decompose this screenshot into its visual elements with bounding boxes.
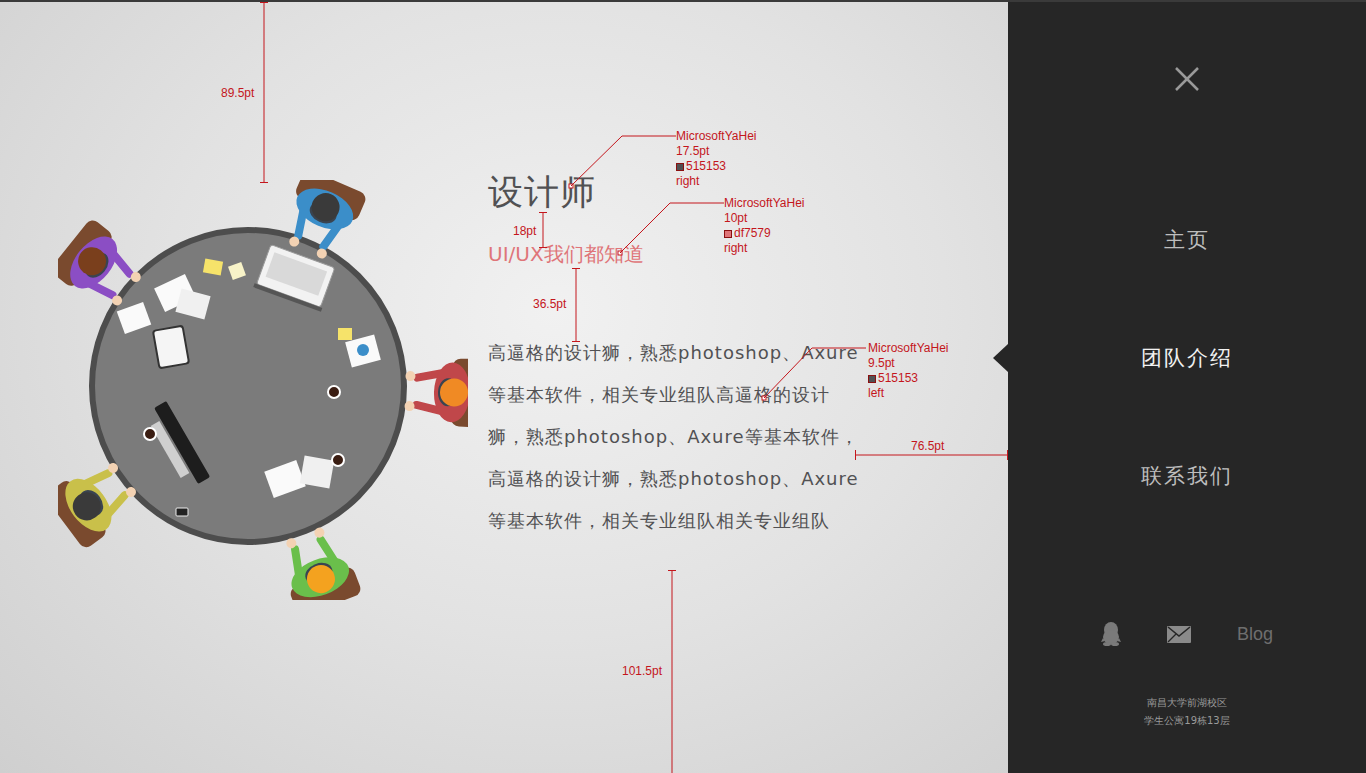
callout-align: right [724, 241, 804, 256]
callout-color: df7579 [724, 226, 804, 241]
person [58, 217, 152, 318]
address: 南昌大学前湖校区学生公寓19栋13层 [1144, 694, 1229, 730]
phone-icon [176, 508, 188, 516]
close-icon [1174, 66, 1200, 92]
dimension-line [572, 268, 580, 342]
dimension-label: 76.5pt [911, 439, 944, 454]
intro-text: 设计师UI/UX我们都知道高逼格的设计狮，熟悉photoshop、Axure等基… [488, 172, 866, 542]
blog-link[interactable]: Blog [1237, 624, 1273, 645]
address-line: 学生公寓19栋13层 [1144, 712, 1229, 730]
laptop-icon [253, 244, 336, 312]
color-swatch [868, 375, 876, 383]
dimension-label: 101.5pt [622, 664, 662, 679]
papers [117, 259, 381, 498]
callout-font: MicrosoftYaHei [724, 196, 804, 211]
dimension-line [668, 570, 676, 773]
mail-icon [1167, 626, 1191, 643]
callout-line [569, 136, 676, 188]
callout-font: MicrosoftYaHei [868, 341, 948, 356]
social-links: Blog [1101, 620, 1273, 648]
main-area: 设计师UI/UX我们都知道高逼格的设计狮，熟悉photoshop、Axure等基… [0, 2, 1008, 773]
callout-size: 10pt [724, 211, 804, 226]
person [272, 521, 363, 600]
monitor-icon [144, 401, 211, 490]
dimension-line [260, 2, 268, 183]
qq-penguin-icon [1101, 622, 1121, 646]
page: 设计师UI/UX我们都知道高逼格的设计狮，熟悉photoshop、Axure等基… [0, 0, 1366, 773]
person [404, 357, 468, 427]
color-swatch [676, 163, 684, 171]
description: 高逼格的设计狮，熟悉photoshop、Axure等基本软件，相关专业组队高逼格… [488, 332, 866, 542]
person [58, 450, 146, 551]
address-line: 南昌大学前湖校区 [1147, 694, 1227, 712]
coffee-cups [144, 386, 344, 466]
font-callout: MicrosoftYaHei17.5pt515153right [676, 129, 756, 189]
callout-align: left [868, 386, 948, 401]
callout-line [618, 203, 724, 255]
sidebar: 主页团队介绍联系我们 Blog 南昌大学前湖校区学生公寓19栋13层 [1008, 2, 1366, 773]
callout-size: 17.5pt [676, 144, 756, 159]
callout-line [762, 348, 866, 400]
callout-size: 9.5pt [868, 356, 948, 371]
nav-item[interactable]: 团队介绍 [1008, 338, 1366, 378]
tablet-icon [153, 326, 189, 369]
dimension-line [539, 212, 547, 248]
mail-link[interactable] [1167, 626, 1191, 643]
qq-link[interactable] [1101, 622, 1121, 646]
dimension-label: 36.5pt [533, 297, 566, 312]
dimension-label: 89.5pt [221, 86, 254, 101]
team-table-illustration [58, 180, 468, 600]
callout-font: MicrosoftYaHei [676, 129, 756, 144]
callout-align: right [676, 174, 756, 189]
callout-color: 515153 [868, 371, 948, 386]
callout-color: 515153 [676, 159, 756, 174]
dimension-label: 18pt [513, 224, 536, 239]
font-callout: MicrosoftYaHei9.5pt515153left [868, 341, 948, 401]
annotation-lines [0, 2, 1008, 773]
nav-item[interactable]: 联系我们 [1008, 456, 1366, 496]
person [275, 180, 368, 266]
color-swatch [724, 230, 732, 238]
font-callout: MicrosoftYaHei10ptdf7579right [724, 196, 804, 256]
nav-list: 主页团队介绍联系我们 [1008, 220, 1366, 496]
close-button[interactable] [1172, 64, 1202, 94]
nav-item[interactable]: 主页 [1008, 220, 1366, 260]
subtitle: UI/UX我们都知道 [488, 242, 866, 266]
